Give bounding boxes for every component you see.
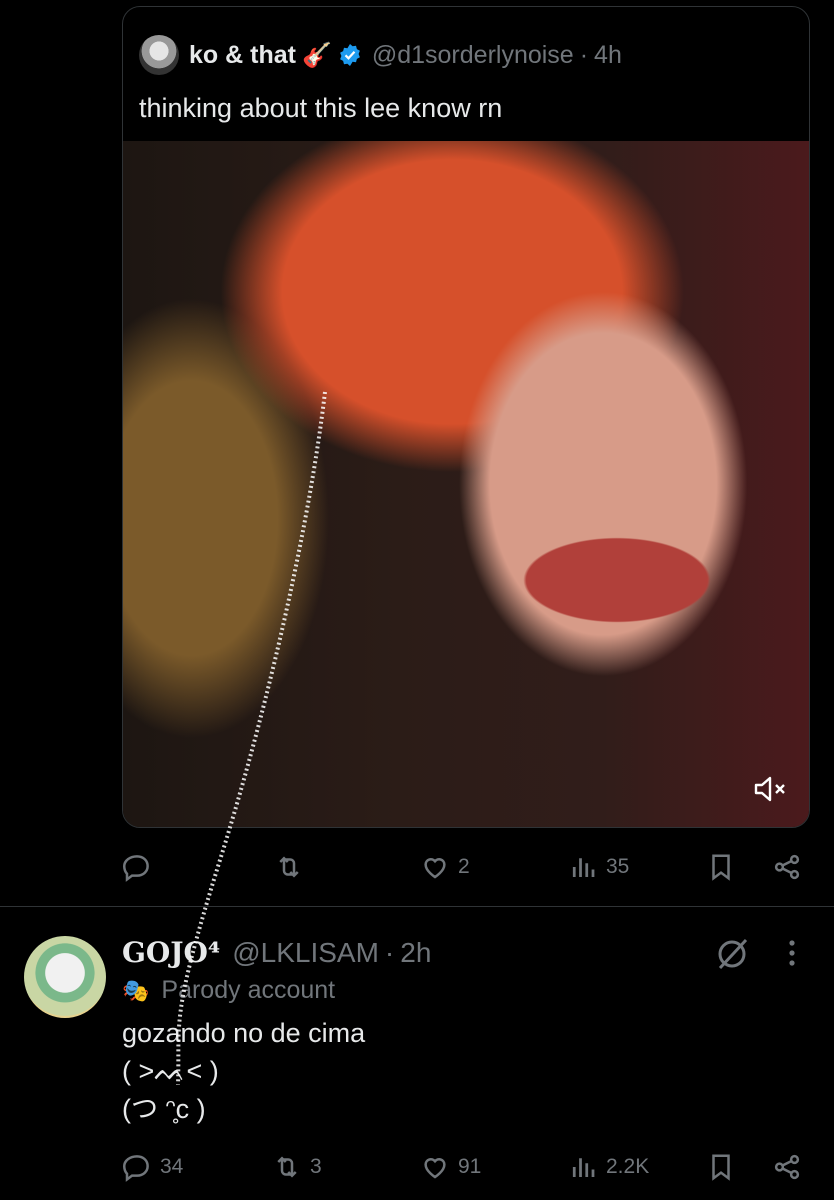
repost-button[interactable] — [274, 852, 304, 882]
quoted-author-name[interactable]: ko & that — [189, 41, 296, 70]
share-icon — [774, 1154, 800, 1180]
quoted-tweet-text: thinking about this lee know rn — [139, 93, 503, 123]
avatar[interactable] — [24, 936, 106, 1018]
views-count: 35 — [606, 855, 630, 878]
divider — [0, 906, 834, 907]
quoted-timestamp[interactable]: 4h — [594, 41, 622, 70]
repost-icon — [279, 856, 299, 878]
bookmark-icon — [712, 1154, 730, 1181]
views-button[interactable]: 2.2K — [568, 1152, 649, 1182]
like-count: 2 — [458, 855, 470, 878]
mask-icon: 🎭 — [122, 977, 150, 1003]
parody-label-text: Parody account — [161, 976, 336, 1004]
share-button[interactable] — [772, 1152, 802, 1182]
reply-author-name[interactable]: GOJO⁴ — [122, 936, 220, 969]
separator-dot: · — [579, 40, 589, 69]
reply-timestamp[interactable]: 2h — [400, 937, 431, 969]
verified-icon — [339, 44, 360, 66]
reply-button[interactable] — [122, 852, 152, 882]
separator-dot: · — [384, 936, 395, 968]
reply-text-line: gozando no de cima — [122, 1018, 366, 1048]
avatar[interactable] — [139, 35, 179, 75]
quoted-author-handle[interactable]: @d1sorderlynoise — [372, 41, 574, 70]
bookmark-button[interactable] — [706, 1152, 736, 1182]
reply-header: GOJO⁴ @LKLISAM · 2h — [122, 936, 431, 969]
views-icon — [572, 858, 595, 877]
quoted-action-bar: 2 35 — [122, 852, 812, 882]
reply-text-line: (つ ᵔ̥c ) — [122, 1094, 206, 1124]
bookmark-icon — [712, 854, 730, 881]
views-button[interactable]: 35 — [568, 852, 629, 882]
repost-count: 3 — [310, 1155, 322, 1178]
guitar-icon: 🎸 — [301, 41, 332, 69]
reply-count: 34 — [160, 1155, 184, 1178]
like-button[interactable]: 91 — [420, 1152, 481, 1182]
like-button[interactable]: 2 — [420, 852, 470, 882]
reply-text: gozando no de cima ( ˃ᨓ˂ ) (つ ᵔ̥c ) — [122, 1014, 365, 1128]
reply-icon — [122, 1155, 149, 1182]
reply-action-bar: 34 3 91 2.2K — [122, 1152, 812, 1182]
reply-button[interactable]: 34 — [122, 1152, 183, 1182]
grok-icon[interactable] — [714, 936, 750, 972]
more-icon[interactable] — [786, 938, 798, 968]
share-button[interactable] — [772, 852, 802, 882]
parody-label: 🎭 Parody account — [122, 976, 335, 1005]
quoted-tweet-card[interactable]: ko & that 🎸 @d1sorderlynoise · 4h thinki… — [122, 6, 810, 828]
like-count: 91 — [458, 1155, 482, 1178]
reply-author-handle[interactable]: @LKLISAM — [232, 937, 379, 969]
share-icon — [774, 854, 800, 880]
views-count: 2.2K — [606, 1155, 650, 1178]
like-icon — [424, 1158, 446, 1179]
quoted-tweet-header: ko & that 🎸 @d1sorderlynoise · 4h — [139, 35, 622, 75]
views-icon — [572, 1158, 595, 1177]
repost-icon — [277, 1156, 297, 1178]
reply-icon — [122, 855, 149, 882]
bookmark-button[interactable] — [706, 852, 736, 882]
repost-button[interactable]: 3 — [272, 1152, 322, 1182]
like-icon — [424, 858, 446, 879]
mute-icon[interactable] — [753, 775, 787, 803]
reply-text-line: ( ˃ᨓ˂ ) — [122, 1056, 219, 1086]
tweet-video[interactable] — [123, 141, 809, 827]
